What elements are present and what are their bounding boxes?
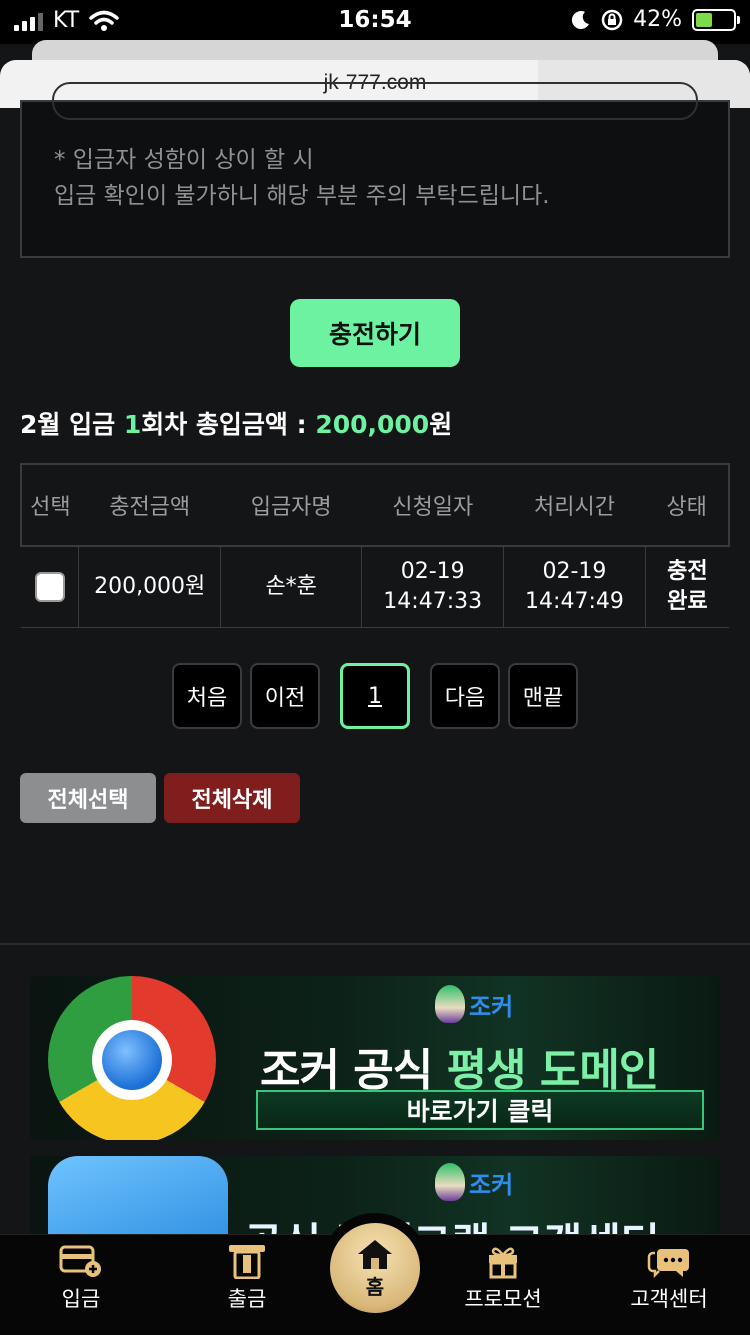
row-checkbox[interactable]	[34, 572, 65, 602]
notice-line-1: * 입금자 성함이 상이 할 시	[54, 147, 314, 173]
row-status: 충전 완료	[644, 546, 729, 628]
deposit-summary: 2월 입금 1회차 총입금액 : 200,000원	[20, 410, 453, 439]
home-icon	[358, 1239, 392, 1269]
notice-line-2: 입금 확인이 불가하니 해당 부분 주의 부탁드립니다.	[54, 183, 550, 209]
charge-button[interactable]: 충전하기	[290, 299, 460, 367]
banner-title: 조커 공식 평생 도메인	[260, 1045, 659, 1096]
bottom-nav: 입금 출금 홈 프로모션 고객센터	[0, 1213, 750, 1335]
gift-icon	[489, 1247, 517, 1279]
row-process-datetime: 02-19 14:47:49	[503, 546, 646, 628]
page-first-button[interactable]: 처음	[172, 663, 242, 729]
delete-all-button[interactable]: 전체삭제	[164, 773, 300, 823]
header-depositor: 입금자명	[220, 463, 362, 547]
header-process-time: 처리시간	[503, 463, 646, 547]
nav-withdraw[interactable]: 출금	[172, 1243, 322, 1313]
table-row: 200,000원 손*훈 02-19 14:47:33 02-19 14:47:49…	[21, 546, 729, 628]
pagination: 처음 이전 1 다음 맨끝	[0, 663, 750, 733]
atm-icon	[229, 1245, 265, 1279]
row-request-datetime: 02-19 14:47:33	[361, 546, 504, 628]
chrome-icon	[48, 976, 216, 1140]
battery-percent: 42%	[633, 7, 682, 32]
page-next-button[interactable]: 다음	[430, 663, 500, 729]
telegram-icon	[48, 1156, 228, 1236]
nav-promotion[interactable]: 프로모션	[428, 1243, 578, 1313]
depositor-notice: * 입금자 성함이 상이 할 시 입금 확인이 불가하니 해당 부분 주의 부탁…	[20, 82, 730, 258]
domain-banner[interactable]: 조커 조커 공식 평생 도메인 바로가기 클릭	[30, 976, 720, 1140]
header-amount: 충전금액	[78, 463, 221, 547]
header-request-date: 신청일자	[361, 463, 504, 547]
banner-shortcut-button[interactable]: 바로가기 클릭	[256, 1090, 704, 1130]
rotation-lock-icon	[601, 9, 623, 30]
nav-deposit[interactable]: 입금	[6, 1243, 156, 1313]
select-all-button[interactable]: 전체선택	[20, 773, 156, 823]
header-status: 상태	[645, 463, 730, 547]
deposit-total: 200,000	[315, 410, 430, 439]
deposit-history-table: 선택 충전금액 입금자명 신청일자 처리시간 상태 200,000원 손*훈 0…	[20, 463, 730, 628]
wallet-plus-icon	[59, 1245, 101, 1277]
nav-home[interactable]: 홈	[330, 1223, 420, 1313]
chat-bubbles-icon	[647, 1249, 689, 1279]
status-right: 42%	[571, 7, 740, 32]
banner-title: 공식 텔레그램 고객센터	[244, 1210, 660, 1236]
deposit-count: 1	[123, 410, 142, 439]
section-divider	[0, 943, 750, 945]
joker-logo: 조커	[435, 1160, 530, 1204]
page-prev-button[interactable]: 이전	[250, 663, 320, 729]
nav-support[interactable]: 고객센터	[594, 1243, 744, 1313]
battery-icon	[692, 8, 740, 31]
row-amount: 200,000원	[78, 546, 221, 628]
status-bar: KT 16:54 42%	[0, 0, 750, 44]
input-field-edge[interactable]	[52, 82, 698, 120]
header-select: 선택	[20, 463, 79, 547]
page-last-button[interactable]: 맨끝	[508, 663, 578, 729]
table-header-row: 선택 충전금액 입금자명 신청일자 처리시간 상태	[20, 463, 730, 547]
moon-icon	[572, 10, 590, 29]
page-current-button[interactable]: 1	[340, 663, 410, 729]
row-depositor: 손*훈	[220, 546, 362, 628]
joker-logo: 조커	[435, 982, 530, 1026]
